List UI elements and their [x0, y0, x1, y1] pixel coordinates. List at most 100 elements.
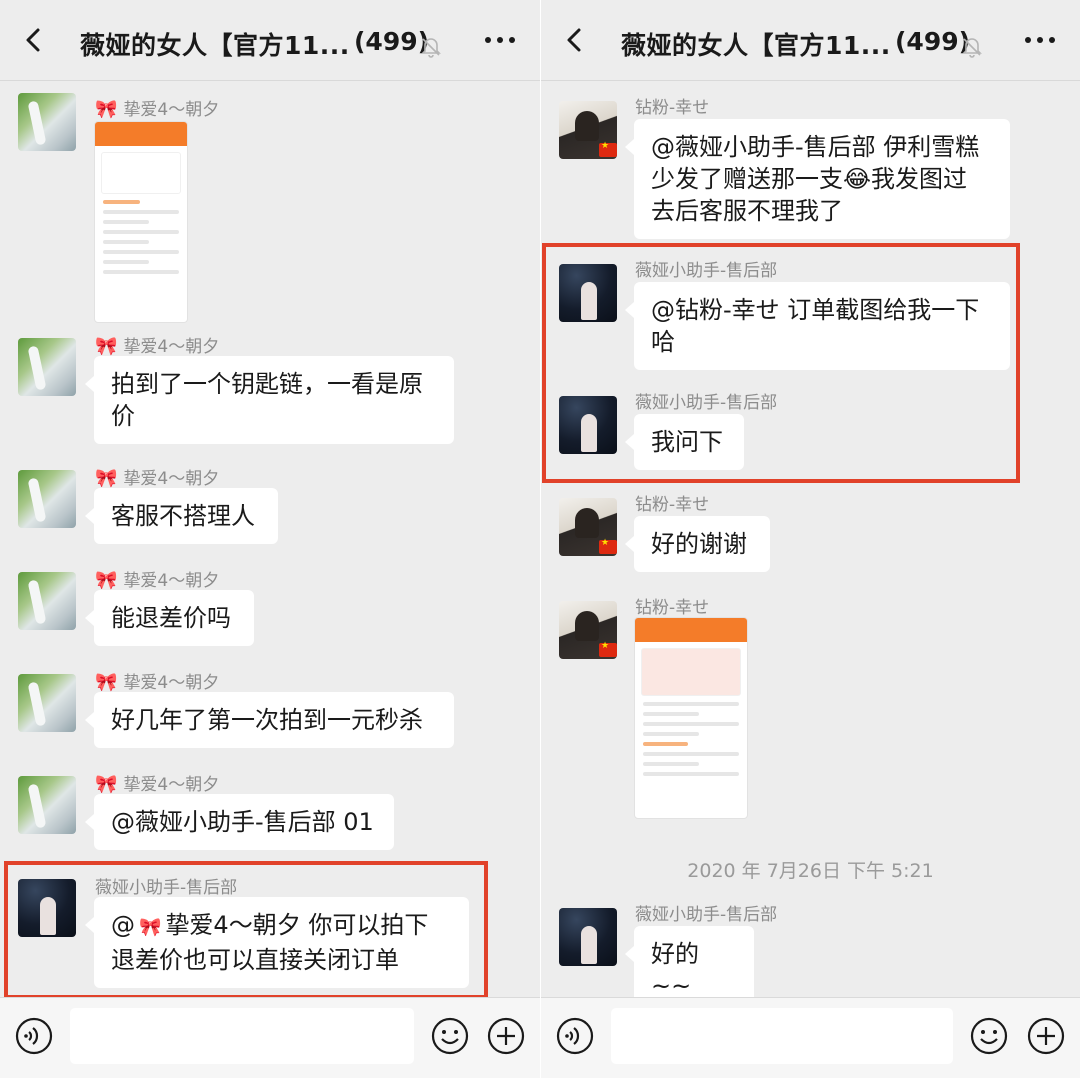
bow-emoji: 🎀 [139, 917, 162, 938]
message-text: 我问下 [651, 428, 723, 456]
message-row: 钻粉-幸せ 好的谢谢 [541, 490, 1080, 580]
emoji-button[interactable] [969, 1016, 1009, 1056]
chat-panel-right: 薇娅的女人【官方11... (499) 钻粉-幸せ @薇娅小助手-售后部 伊利雪… [541, 0, 1080, 1078]
avatar[interactable] [18, 338, 76, 396]
message-bubble[interactable]: 好的谢谢 [625, 516, 770, 572]
message-row: 🎀 挚爱4～朝夕 能退差价吗 [0, 566, 540, 656]
chevron-left-icon [567, 28, 581, 52]
add-button[interactable] [486, 1016, 526, 1056]
sender-name: 🎀 挚爱4～朝夕 [95, 570, 220, 591]
sender-name: 🎀 挚爱4～朝夕 [95, 336, 220, 357]
message-text: 少发了赠送那一支😂我发图过 [651, 165, 968, 193]
message-row: 🎀 挚爱4～朝夕 拍到了一个钥匙链，一看是原 价 [0, 332, 540, 452]
message-list[interactable]: 🎀 挚爱4～朝夕 🎀 挚爱4～朝夕 拍到了一个钥匙链，一看是原 价 🎀 挚爱4～朝夕 [0, 81, 540, 998]
avatar[interactable] [559, 396, 617, 454]
member-count: (499) [354, 27, 430, 56]
message-bubble[interactable]: @ 🎀 挚爱4～朝夕 你可以拍下 退差价也可以直接关闭订单 [85, 897, 469, 988]
message-row: 钻粉-幸せ [541, 593, 1080, 823]
message-bubble[interactable]: 客服不搭理人 [85, 488, 278, 544]
bow-emoji: 🎀 [95, 774, 118, 795]
emoji-icon [970, 1017, 1008, 1055]
sender-name: 薇娅小助手-售后部 [635, 261, 778, 281]
message-text: @钻粉-幸せ 订单截图给我一下 [651, 296, 980, 324]
avatar[interactable] [559, 264, 617, 322]
message-bubble[interactable]: @薇娅小助手-售后部 伊利雪糕 少发了赠送那一支😂我发图过 去后客服不理我了 [625, 119, 1010, 239]
message-text: @薇娅小助手-售后部 01 [111, 808, 374, 836]
back-button[interactable] [557, 22, 593, 58]
crying-laughing-emoji: 😂 [843, 165, 872, 193]
more-icon[interactable] [482, 30, 518, 50]
image-message[interactable] [634, 617, 748, 819]
sender-name: 🎀 挚爱4～朝夕 [95, 99, 220, 120]
message-row: 薇娅小助手-售后部 好的 ~~ [541, 900, 1080, 1014]
avatar[interactable] [559, 101, 617, 159]
message-row: 🎀 挚爱4～朝夕 @薇娅小助手-售后部 01 [0, 770, 540, 860]
avatar[interactable] [18, 879, 76, 937]
chevron-left-icon [26, 28, 40, 52]
message-list[interactable]: 钻粉-幸せ @薇娅小助手-售后部 伊利雪糕 少发了赠送那一支😂我发图过 去后客服… [541, 81, 1080, 1014]
message-row: 🎀 挚爱4～朝夕 客服不搭理人 [0, 464, 540, 554]
bow-emoji: 🎀 [95, 468, 118, 489]
emoji-icon [431, 1017, 469, 1055]
message-bubble[interactable]: 能退差价吗 [85, 590, 254, 646]
sender-name: 🎀 挚爱4～朝夕 [95, 672, 220, 693]
message-bubble[interactable]: @薇娅小助手-售后部 01 [85, 794, 394, 850]
avatar[interactable] [18, 674, 76, 732]
message-row: 薇娅小助手-售后部 @ 🎀 挚爱4～朝夕 你可以拍下 退差价也可以直接关闭订单 [0, 873, 540, 989]
sender-name: 钻粉-幸せ [635, 598, 710, 618]
bell-off-icon [421, 38, 441, 58]
chat-panel-left: 薇娅的女人【官方11... (499) 🎀挚爱4～朝夕 � [0, 0, 540, 1078]
message-input[interactable] [70, 1008, 414, 1064]
voice-button[interactable] [555, 1016, 595, 1056]
emoji-button[interactable] [430, 1016, 470, 1056]
back-button[interactable] [16, 22, 52, 58]
message-text: 价 [111, 402, 135, 430]
message-row: 薇娅小助手-售后部 我问下 [541, 388, 1080, 478]
chat-title: 薇娅的女人【官方11... [80, 31, 350, 60]
message-text: 拍到了一个钥匙链，一看是原 [111, 370, 423, 398]
voice-button[interactable] [14, 1016, 54, 1056]
sender-name: 钻粉-幸せ [635, 98, 710, 118]
member-count: (499) [895, 27, 971, 56]
chat-header: 薇娅的女人【官方11... (499) [0, 0, 540, 81]
message-bubble[interactable]: 拍到了一个钥匙链，一看是原 价 [85, 356, 454, 444]
avatar[interactable] [18, 572, 76, 630]
more-icon[interactable] [1022, 30, 1058, 50]
sender-name: 薇娅小助手-售后部 [635, 393, 778, 413]
sender-name: 🎀 挚爱4～朝夕 [95, 468, 220, 489]
avatar[interactable] [559, 908, 617, 966]
bow-emoji: 🎀 [95, 336, 118, 357]
timestamp: 2020 年 7月26日 下午 5:21 [687, 860, 934, 882]
bow-emoji: 🎀 [95, 99, 118, 120]
image-message[interactable] [94, 121, 188, 323]
plus-icon [1027, 1017, 1065, 1055]
message-text: 退差价也可以直接关闭订单 [111, 946, 399, 974]
avatar[interactable] [559, 601, 617, 659]
add-button[interactable] [1026, 1016, 1066, 1056]
sender-name: 薇娅小助手-售后部 [635, 905, 778, 925]
message-bubble[interactable]: @钻粉-幸せ 订单截图给我一下 哈 [625, 282, 1010, 370]
message-text: 客服不搭理人 [111, 502, 255, 530]
message-text: @薇娅小助手-售后部 伊利雪糕 [651, 133, 980, 161]
message-bubble[interactable]: 好几年了第一次拍到一元秒杀 [85, 692, 454, 748]
avatar[interactable] [18, 776, 76, 834]
avatar[interactable] [559, 498, 617, 556]
message-text: 哈 [651, 328, 675, 356]
sender-name: 钻粉-幸せ [635, 495, 710, 515]
message-bubble[interactable]: 我问下 [625, 414, 744, 470]
message-input[interactable] [611, 1008, 953, 1064]
message-row: 🎀 挚爱4～朝夕 好几年了第一次拍到一元秒杀 [0, 668, 540, 758]
message-text: 好几年了第一次拍到一元秒杀 [111, 706, 423, 734]
sender-name: 🎀 挚爱4～朝夕 [95, 774, 220, 795]
message-row: 钻粉-幸せ @薇娅小助手-售后部 伊利雪糕 少发了赠送那一支😂我发图过 去后客服… [541, 93, 1080, 243]
message-text: 去后客服不理我了 [651, 197, 843, 225]
bow-emoji: 🎀 [95, 570, 118, 591]
avatar[interactable] [18, 93, 76, 151]
message-row: 🎀 挚爱4～朝夕 [0, 91, 540, 323]
message-text: @ 🎀 挚爱4～朝夕 你可以拍下 [111, 911, 429, 939]
voice-icon [556, 1017, 594, 1055]
message-text: 能退差价吗 [111, 604, 231, 632]
flag-icon [599, 641, 617, 657]
avatar[interactable] [18, 470, 76, 528]
message-row: 薇娅小助手-售后部 @钻粉-幸せ 订单截图给我一下 哈 [541, 256, 1080, 376]
